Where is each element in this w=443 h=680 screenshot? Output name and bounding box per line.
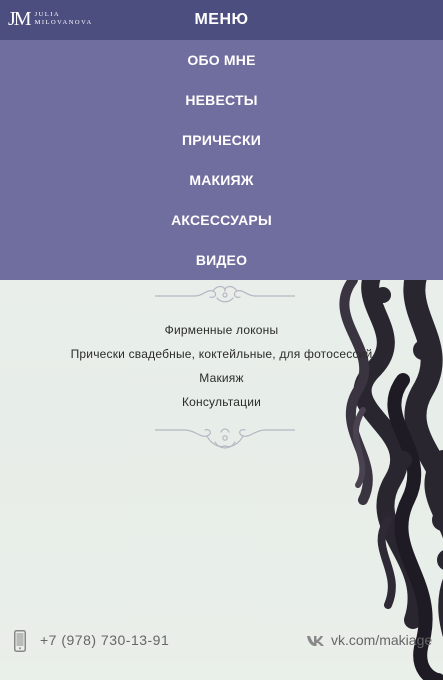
services-list: Фирменные локоны Прически свадебные, кок… xyxy=(0,318,443,414)
menu-item-makeup[interactable]: МАКИЯЖ xyxy=(0,160,443,200)
service-item: Консультации xyxy=(181,395,262,409)
menu-toggle[interactable]: МЕНЮ xyxy=(194,11,248,29)
nav-menu: ОБО МНЕ НЕВЕСТЫ ПРИЧЕСКИ МАКИЯЖ АКСЕССУА… xyxy=(0,40,443,280)
bottom-ornament xyxy=(155,428,295,449)
menu-item-hairstyles[interactable]: ПРИЧЕСКИ xyxy=(0,120,443,160)
menu-item-accessories[interactable]: АКСЕССУАРЫ xyxy=(0,200,443,240)
vk-link[interactable]: vk.com/makiage xyxy=(331,632,432,648)
logo[interactable]: JM JULIA MILOVANOVA xyxy=(8,9,93,29)
phone-link[interactable]: +7 (978) 730-13-91 xyxy=(40,632,169,648)
footer: +7 (978) 730-13-91 vk.com/makiage xyxy=(0,620,443,662)
service-item: Фирменные локоны xyxy=(164,323,279,337)
phone-icon xyxy=(14,630,26,652)
logo-line-2: MILOVANOVA xyxy=(34,19,93,26)
vk-icon xyxy=(307,636,324,646)
service-item: Макияж xyxy=(199,371,244,385)
logo-mark: JM xyxy=(8,8,32,30)
header-bar: JM JULIA MILOVANOVA МЕНЮ xyxy=(0,0,443,40)
service-item: Прически свадебные, коктейльные, для фот… xyxy=(70,347,373,361)
logo-line-1: JULIA xyxy=(34,11,61,18)
top-ornament xyxy=(155,285,295,303)
menu-item-brides[interactable]: НЕВЕСТЫ xyxy=(0,80,443,120)
logo-text: JULIA MILOVANOVA xyxy=(35,11,93,27)
menu-item-about[interactable]: ОБО МНЕ xyxy=(0,40,443,80)
menu-item-video[interactable]: ВИДЕО xyxy=(0,240,443,280)
